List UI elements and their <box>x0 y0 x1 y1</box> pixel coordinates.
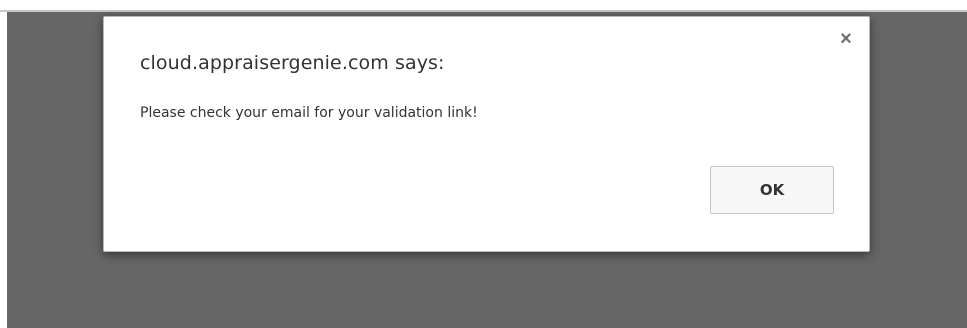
dialog-title: cloud.appraisergenie.com says: <box>140 52 445 74</box>
close-icon[interactable]: × <box>835 28 857 50</box>
dialog-message: Please check your email for your validat… <box>140 105 478 121</box>
ok-button[interactable]: OK <box>710 166 834 214</box>
browser-page: cloud.appraisergenie.com says: × Please … <box>0 0 967 328</box>
top-strip <box>0 0 967 10</box>
alert-dialog: cloud.appraisergenie.com says: × Please … <box>103 16 870 252</box>
